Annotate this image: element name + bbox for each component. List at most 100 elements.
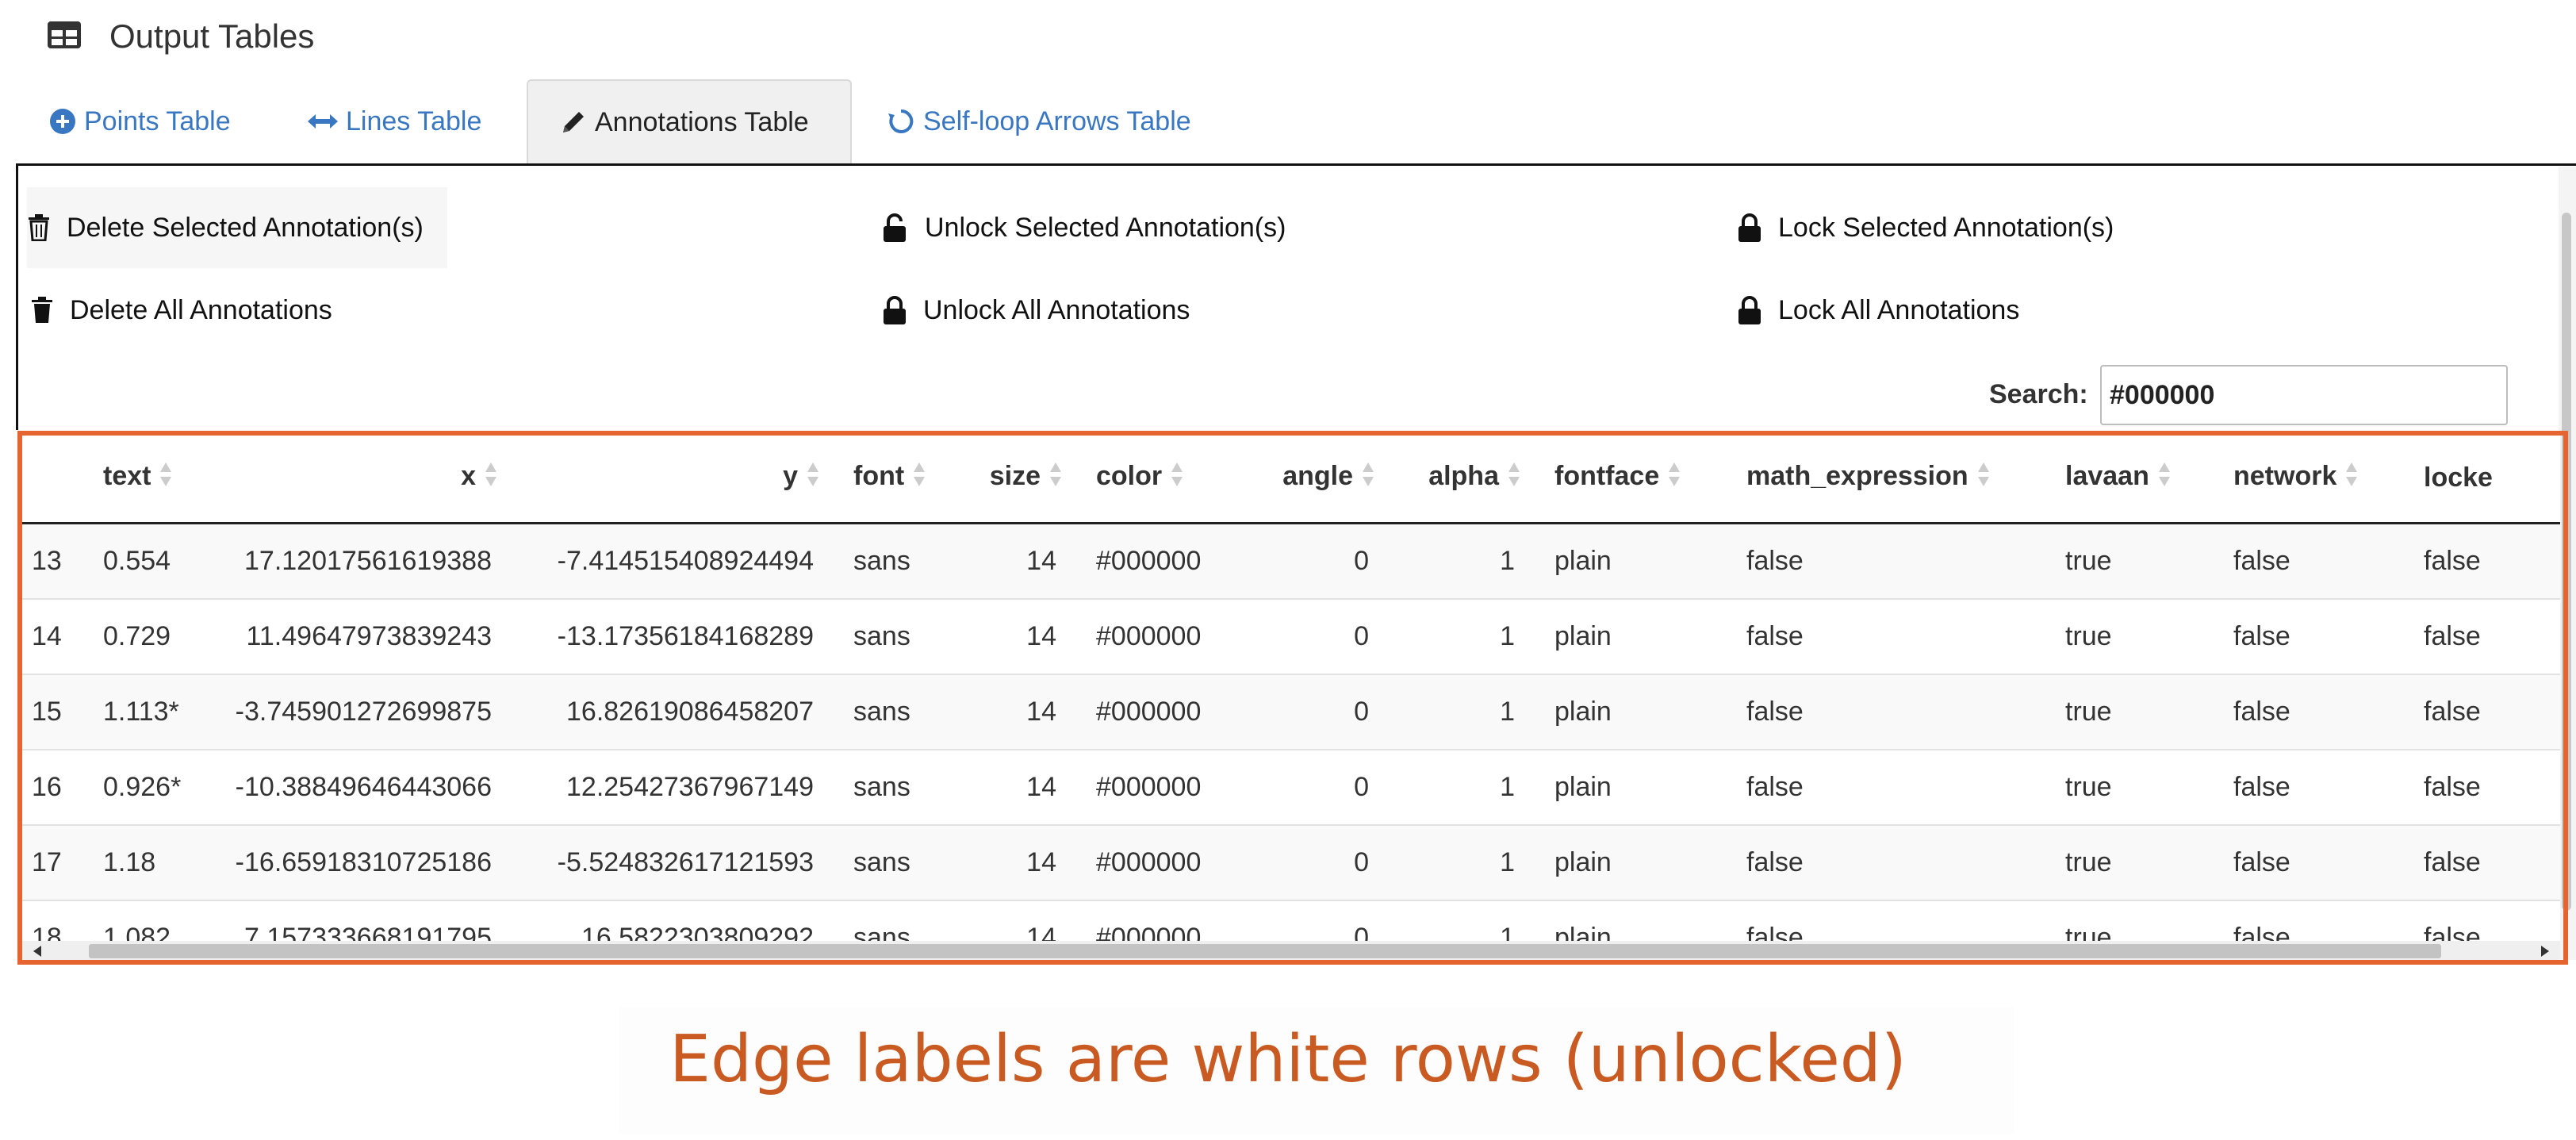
table-row[interactable]: 18 1.082 7.157333668191795 16.5822303809292… bbox=[22, 900, 2560, 941]
font-cell: sans bbox=[836, 900, 945, 941]
table-row[interactable]: 14 0.729 11.49647973839243 -13.173561841682… bbox=[22, 598, 2560, 674]
caption-text: Edge labels are white rows (unlocked) bbox=[669, 1022, 1907, 1097]
math-expression-cell: false bbox=[1729, 900, 2048, 941]
size-cell: 14 bbox=[945, 749, 1079, 825]
vertical-scrollbar[interactable] bbox=[2559, 167, 2576, 960]
scroll-right-icon[interactable] bbox=[2541, 946, 2549, 957]
y-cell: 12.25427367967149 bbox=[514, 749, 836, 825]
plus-circle-icon bbox=[49, 108, 76, 135]
column-header-index[interactable] bbox=[22, 433, 86, 524]
x-cell: 17.12017561619388 bbox=[197, 522, 514, 599]
search-label: Search: bbox=[1989, 379, 2088, 409]
network-cell: false bbox=[2216, 674, 2406, 750]
row-index: 13 bbox=[22, 522, 86, 599]
network-cell: false bbox=[2216, 900, 2406, 941]
fontface-cell: plain bbox=[1537, 749, 1729, 825]
color-cell: #000000 bbox=[1079, 598, 1237, 674]
lavaan-cell: true bbox=[2048, 674, 2216, 750]
column-header-locked[interactable]: locke bbox=[2406, 433, 2560, 524]
y-cell: -7.414515408924494 bbox=[514, 522, 836, 599]
locked-cell: false bbox=[2406, 824, 2560, 900]
delete-all-button[interactable]: Delete All Annotations bbox=[30, 290, 332, 330]
column-header-x[interactable]: x bbox=[197, 433, 514, 524]
alpha-cell: 1 bbox=[1391, 674, 1537, 750]
tab-points-table[interactable]: Points Table bbox=[49, 79, 231, 163]
angle-cell: 0 bbox=[1237, 674, 1391, 750]
table-row[interactable]: 13 0.554 17.12017561619388 -7.4145154089244… bbox=[22, 522, 2560, 599]
search-input[interactable] bbox=[2100, 365, 2508, 425]
row-index: 18 bbox=[22, 900, 86, 941]
vertical-scrollbar-thumb[interactable] bbox=[2562, 213, 2571, 911]
font-cell: sans bbox=[836, 598, 945, 674]
delete-selected-button[interactable]: Delete Selected Annotation(s) bbox=[27, 187, 447, 268]
horizontal-scrollbar[interactable] bbox=[22, 941, 2560, 962]
color-cell: #000000 bbox=[1079, 900, 1237, 941]
tab-lines-table[interactable]: Lines Table bbox=[308, 79, 481, 163]
table-row[interactable]: 16 0.926* -10.38849646443066 12.25427367967… bbox=[22, 749, 2560, 825]
unlock-all-button[interactable]: Unlock All Annotations bbox=[882, 290, 1190, 330]
sort-icon bbox=[912, 461, 926, 495]
row-index: 17 bbox=[22, 824, 86, 900]
column-header-y[interactable]: y bbox=[514, 433, 836, 524]
table-header-row: text x y font size color angle alpha fon… bbox=[22, 433, 2560, 524]
column-header-font[interactable]: font bbox=[836, 433, 945, 524]
column-header-math-expression[interactable]: math_expression bbox=[1729, 433, 2048, 524]
x-cell: -16.65918310725186 bbox=[197, 824, 514, 900]
y-cell: 16.5822303809292 bbox=[514, 900, 836, 941]
x-cell: -10.38849646443066 bbox=[197, 749, 514, 825]
size-cell: 14 bbox=[945, 522, 1079, 599]
column-header-lavaan[interactable]: lavaan bbox=[2048, 433, 2216, 524]
table-row[interactable]: 15 1.113* -3.745901272699875 16.82619086458… bbox=[22, 674, 2560, 750]
lock-selected-button[interactable]: Lock Selected Annotation(s) bbox=[1737, 208, 2114, 248]
text-cell: 1.18 bbox=[86, 824, 197, 900]
scroll-left-icon[interactable] bbox=[33, 946, 41, 957]
font-cell: sans bbox=[836, 824, 945, 900]
refresh-icon bbox=[887, 107, 915, 136]
math-expression-cell: false bbox=[1729, 824, 2048, 900]
color-cell: #000000 bbox=[1079, 674, 1237, 750]
sort-icon bbox=[1170, 461, 1184, 495]
alpha-cell: 1 bbox=[1391, 522, 1537, 599]
size-cell: 14 bbox=[945, 824, 1079, 900]
alpha-cell: 1 bbox=[1391, 598, 1537, 674]
unlock-selected-button[interactable]: Unlock Selected Annotation(s) bbox=[882, 208, 1286, 248]
pencil-icon bbox=[560, 109, 587, 136]
math-expression-cell: false bbox=[1729, 598, 2048, 674]
horizontal-scrollbar-thumb[interactable] bbox=[89, 944, 2441, 958]
tab-label: Points Table bbox=[84, 106, 231, 136]
tab-content-border bbox=[16, 163, 2576, 166]
sort-icon bbox=[159, 461, 173, 495]
size-cell: 14 bbox=[945, 900, 1079, 941]
fontface-cell: plain bbox=[1537, 900, 1729, 941]
network-cell: false bbox=[2216, 522, 2406, 599]
tab-annotations-table[interactable]: Annotations Table bbox=[527, 79, 852, 163]
lock-all-button[interactable]: Lock All Annotations bbox=[1737, 290, 2019, 330]
column-header-color[interactable]: color bbox=[1079, 433, 1237, 524]
column-header-alpha[interactable]: alpha bbox=[1391, 433, 1537, 524]
tab-self-loop-arrows-table[interactable]: Self-loop Arrows Table bbox=[887, 79, 1191, 163]
text-cell: 1.082 bbox=[86, 900, 197, 941]
table-row[interactable]: 17 1.18 -16.65918310725186 -5.5248326171215… bbox=[22, 824, 2560, 900]
x-cell: -3.745901272699875 bbox=[197, 674, 514, 750]
locked-cell: false bbox=[2406, 522, 2560, 599]
x-cell: 11.49647973839243 bbox=[197, 598, 514, 674]
color-cell: #000000 bbox=[1079, 522, 1237, 599]
column-header-size[interactable]: size bbox=[945, 433, 1079, 524]
column-header-text[interactable]: text bbox=[86, 433, 197, 524]
y-cell: -13.17356184168289 bbox=[514, 598, 836, 674]
color-cell: #000000 bbox=[1079, 824, 1237, 900]
tab-bar: Points Table Lines Table Annotations Tab… bbox=[0, 79, 2576, 165]
column-header-network[interactable]: network bbox=[2216, 433, 2406, 524]
tab-label: Lines Table bbox=[346, 106, 482, 136]
network-cell: false bbox=[2216, 749, 2406, 825]
lavaan-cell: true bbox=[2048, 598, 2216, 674]
arrows-horizontal-icon bbox=[308, 112, 338, 131]
button-label: Lock All Annotations bbox=[1778, 294, 2020, 325]
column-header-fontface[interactable]: fontface bbox=[1537, 433, 1729, 524]
button-label: Lock Selected Annotation(s) bbox=[1778, 212, 2114, 243]
row-index: 16 bbox=[22, 749, 86, 825]
y-cell: -5.524832617121593 bbox=[514, 824, 836, 900]
column-header-angle[interactable]: angle bbox=[1237, 433, 1391, 524]
network-cell: false bbox=[2216, 824, 2406, 900]
header: Output Tables bbox=[46, 16, 314, 57]
